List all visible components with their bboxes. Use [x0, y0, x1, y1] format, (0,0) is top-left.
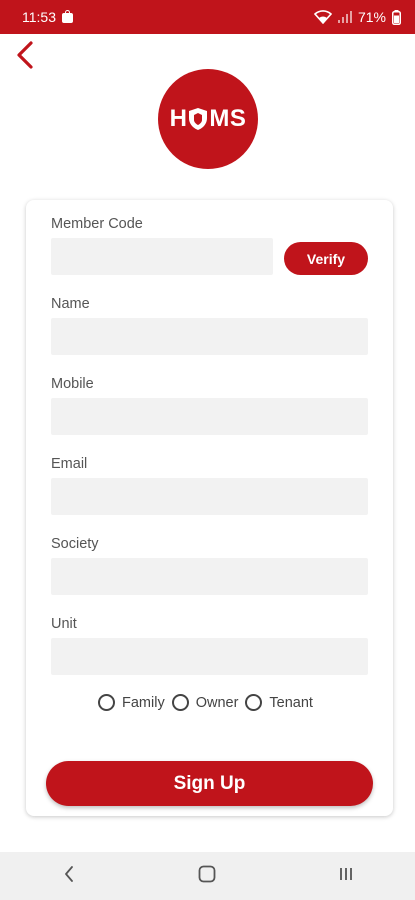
nav-back-icon [64, 865, 74, 887]
radio-tenant[interactable]: Tenant [245, 694, 313, 711]
app-logo: H MS [158, 69, 258, 169]
registration-form: Member Code Verify Name Mobile Email Soc… [26, 200, 393, 816]
society-label: Society [51, 536, 99, 552]
battery-icon [392, 9, 401, 25]
wifi-icon [313, 10, 332, 24]
radio-owner-label: Owner [195, 694, 239, 711]
mobile-label: Mobile [51, 376, 94, 392]
signal-icon [337, 11, 352, 23]
radio-circle-icon[interactable] [171, 694, 189, 711]
verify-button[interactable]: Verify [284, 242, 368, 275]
email-label: Email [51, 456, 88, 472]
shield-icon [188, 107, 208, 131]
member-code-input[interactable] [51, 238, 273, 275]
name-label: Name [51, 296, 90, 312]
email-input[interactable] [51, 478, 368, 515]
back-button[interactable] [10, 40, 40, 74]
sign-up-button[interactable]: Sign Up [46, 761, 373, 806]
battery-percent: 71% [357, 9, 386, 25]
radio-family-label: Family [122, 694, 165, 711]
shopping-bag-icon [62, 10, 73, 23]
logo-text-right: MS [209, 105, 247, 132]
society-input[interactable] [51, 558, 368, 595]
status-left: 11:53 [22, 9, 73, 25]
status-time: 11:53 [22, 9, 56, 25]
radio-owner[interactable]: Owner [171, 694, 239, 711]
system-nav-bar [0, 852, 415, 900]
name-input[interactable] [51, 318, 368, 355]
logo-text-left: H [169, 105, 188, 132]
unit-label: Unit [51, 616, 77, 632]
nav-recents-button[interactable] [326, 856, 366, 896]
logo-wordmark: H MS [170, 105, 247, 133]
status-right: 71% [313, 9, 401, 25]
radio-circle-icon[interactable] [98, 694, 115, 711]
chevron-left-icon [16, 40, 34, 74]
nav-back-button[interactable] [49, 856, 89, 896]
nav-recents-icon [338, 866, 354, 887]
member-code-label: Member Code [51, 216, 143, 232]
radio-family[interactable]: Family [98, 694, 165, 711]
radio-circle-icon[interactable] [245, 694, 263, 711]
radio-tenant-label: Tenant [269, 694, 313, 711]
member-type-radio-group: Family Owner Tenant [98, 694, 320, 711]
mobile-input[interactable] [51, 398, 368, 435]
nav-home-icon [198, 865, 216, 888]
nav-home-button[interactable] [187, 856, 227, 896]
status-bar: 11:53 71% [0, 0, 415, 34]
unit-input[interactable] [51, 638, 368, 675]
